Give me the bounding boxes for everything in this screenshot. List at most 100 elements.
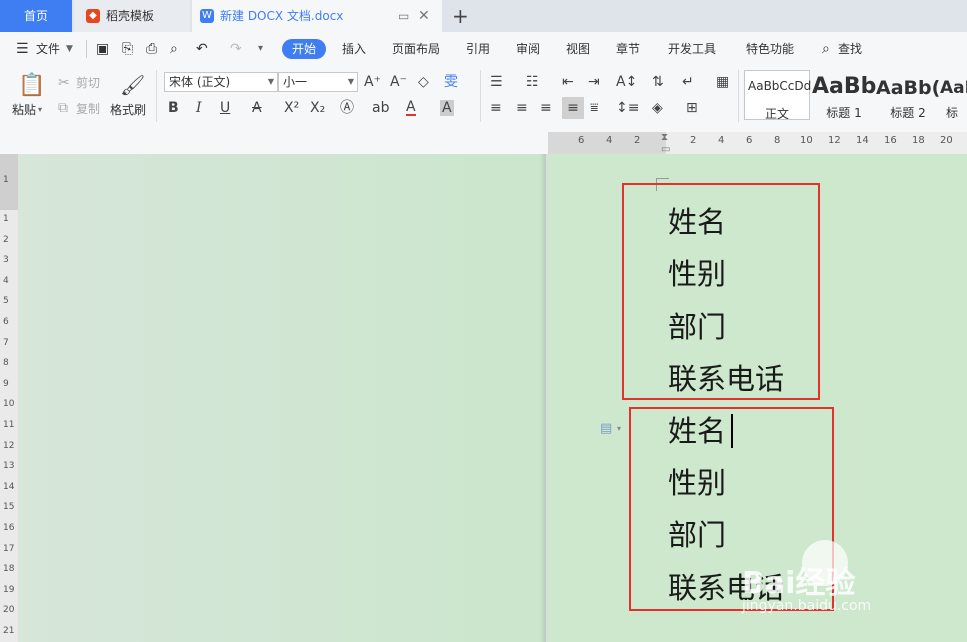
ruler-tick-label: 9 [3,378,9,389]
ruler-tick-label: 14 [856,135,869,146]
divider [738,70,739,122]
menu-view[interactable]: 视图 [566,40,590,58]
tab-home[interactable]: 首页 [0,0,72,32]
daoke-logo-icon: ◆ [86,9,100,23]
menu-chapter[interactable]: 章节 [616,40,640,58]
menu-features[interactable]: 特色功能 [746,40,794,58]
sort-icon[interactable]: ⇅ [652,74,664,90]
increase-indent-icon[interactable]: ⇥ [588,74,600,90]
print-icon[interactable]: ⎙ [146,40,157,58]
show-marks-icon[interactable]: ↵ [682,74,694,90]
distribute-icon[interactable]: ⩸ [590,100,599,116]
ruler-tick-label: 14 [3,481,15,492]
bullet-list-icon[interactable]: ☰ [490,74,503,90]
search-icon[interactable]: ⌕ [822,40,830,58]
highlight-icon[interactable]: ab [372,100,389,116]
table-borders-icon[interactable]: ⊞ [686,100,698,116]
grow-font-icon[interactable]: A⁺ [364,74,381,90]
ruler-tick-label: 12 [3,440,15,451]
save-icon[interactable]: ▣ [96,40,109,58]
menu-insert[interactable]: 插入 [342,40,366,58]
output-icon[interactable]: ⎘ [122,40,133,58]
copy-button[interactable]: 复制 [76,102,100,116]
format-painter-button[interactable]: 格式刷 [110,103,146,117]
font-color-icon[interactable]: A [406,100,416,116]
style-heading-3[interactable]: AaI 标 [940,70,967,120]
ruler-tick-label: 16 [3,523,15,533]
ruler-tick-label: 8 [774,135,781,146]
hamburger-icon[interactable]: ☰ [16,40,29,58]
ruler-gap [18,132,548,154]
decrease-indent-icon[interactable]: ⇤ [562,74,574,90]
undo-icon[interactable]: ↶ [196,40,208,58]
style-normal[interactable]: AaBbCcDd 正文 [744,70,811,121]
menu-devtools[interactable]: 开发工具 [668,40,716,58]
ruler-tick-label: 20 [940,135,953,146]
shrink-font-icon[interactable]: A⁻ [390,74,407,90]
indent-marker-icon[interactable]: ⧗ [661,132,668,143]
clear-format-icon[interactable]: ◇ [418,74,429,90]
ruler-tick-label: 15 [3,502,15,513]
shading-icon[interactable]: ◈ [652,100,663,116]
paste-chevron-icon[interactable]: ▾ [38,103,42,117]
menu-search[interactable]: 查找 [838,40,862,58]
align-center-icon[interactable]: ≡ [516,100,528,116]
phonetic-guide-icon[interactable]: 雯 [444,74,458,90]
line-spacing-icon[interactable]: ↕≡ [616,100,639,116]
style-name: 标 [946,106,959,120]
paragraph-handle-icon[interactable]: ▤ [600,421,612,436]
customize-chevron-icon[interactable]: ▾ [258,40,263,58]
watermark-logo: Bai经验 [742,566,856,601]
numbered-list-icon[interactable]: ☷ [526,74,539,90]
style-heading-1[interactable]: AaBb 标题 1 [812,70,876,120]
borders-icon[interactable]: ▦ [716,74,729,90]
ruler-tick-label: 5 [3,296,9,307]
menu-file[interactable]: 文件 [36,40,60,58]
text-effect-icon[interactable]: Ⓐ [340,100,354,116]
strikethrough-icon[interactable]: A [252,100,262,116]
ruler-tick-label: 17 [3,543,15,554]
ruler-tick-label: 2 [634,135,641,146]
font-name-select[interactable]: 宋体 (正文) ▼ [164,72,278,92]
bold-icon[interactable]: B [168,100,179,116]
justify-icon[interactable]: ≡ [562,97,584,119]
text-direction-icon[interactable]: A↕ [616,74,637,90]
redo-icon[interactable]: ↷ [230,40,242,58]
align-right-icon[interactable]: ≡ [540,100,552,116]
style-name: 标题 2 [890,106,926,120]
print-preview-icon[interactable]: ⌕ [170,40,178,58]
page-shadow [540,154,548,642]
ruler-tick-label: 8 [3,358,9,369]
style-name: 正文 [764,107,789,121]
paste-icon[interactable]: 📋 [18,74,45,98]
subscript-icon[interactable]: X₂ [310,100,325,116]
italic-icon[interactable]: I [196,100,202,116]
format-painter-icon[interactable]: 🖌 [120,74,145,96]
divider [480,70,481,122]
tab-template[interactable]: ◆ 稻壳模板 [74,0,190,32]
chevron-down-icon[interactable]: ▼ [66,40,73,58]
divider [86,40,87,58]
menu-start[interactable]: 开始 [282,39,326,59]
style-sample: AaBb( [876,77,940,99]
ruler-tick-label: 16 [884,135,897,146]
pin-icon[interactable]: ▭ [398,0,409,32]
chevron-down-icon[interactable]: ▾ [617,424,621,433]
new-tab-button[interactable]: + [452,4,469,28]
menu-layout[interactable]: 页面布局 [392,40,440,58]
cut-button[interactable]: 剪切 [76,76,100,90]
ruler-tick-label: 6 [746,135,753,146]
close-tab-icon[interactable]: ✕ [418,0,430,32]
tab-document[interactable]: W 新建 DOCX 文档.docx ▭ ✕ [192,0,442,32]
superscript-icon[interactable]: X² [284,100,299,116]
font-size-select[interactable]: 小一 ▼ [278,72,358,92]
menu-review[interactable]: 审阅 [516,40,540,58]
ruler-tick-label: 4 [718,135,725,146]
underline-icon[interactable]: U [220,100,230,116]
paste-button[interactable]: 粘贴 [12,103,36,117]
style-heading-2[interactable]: AaBb( 标题 2 [876,70,940,120]
char-shading-icon[interactable]: A [440,100,454,116]
align-left-icon[interactable]: ≡ [490,100,502,116]
divider [156,70,157,122]
menu-reference[interactable]: 引用 [466,40,490,58]
